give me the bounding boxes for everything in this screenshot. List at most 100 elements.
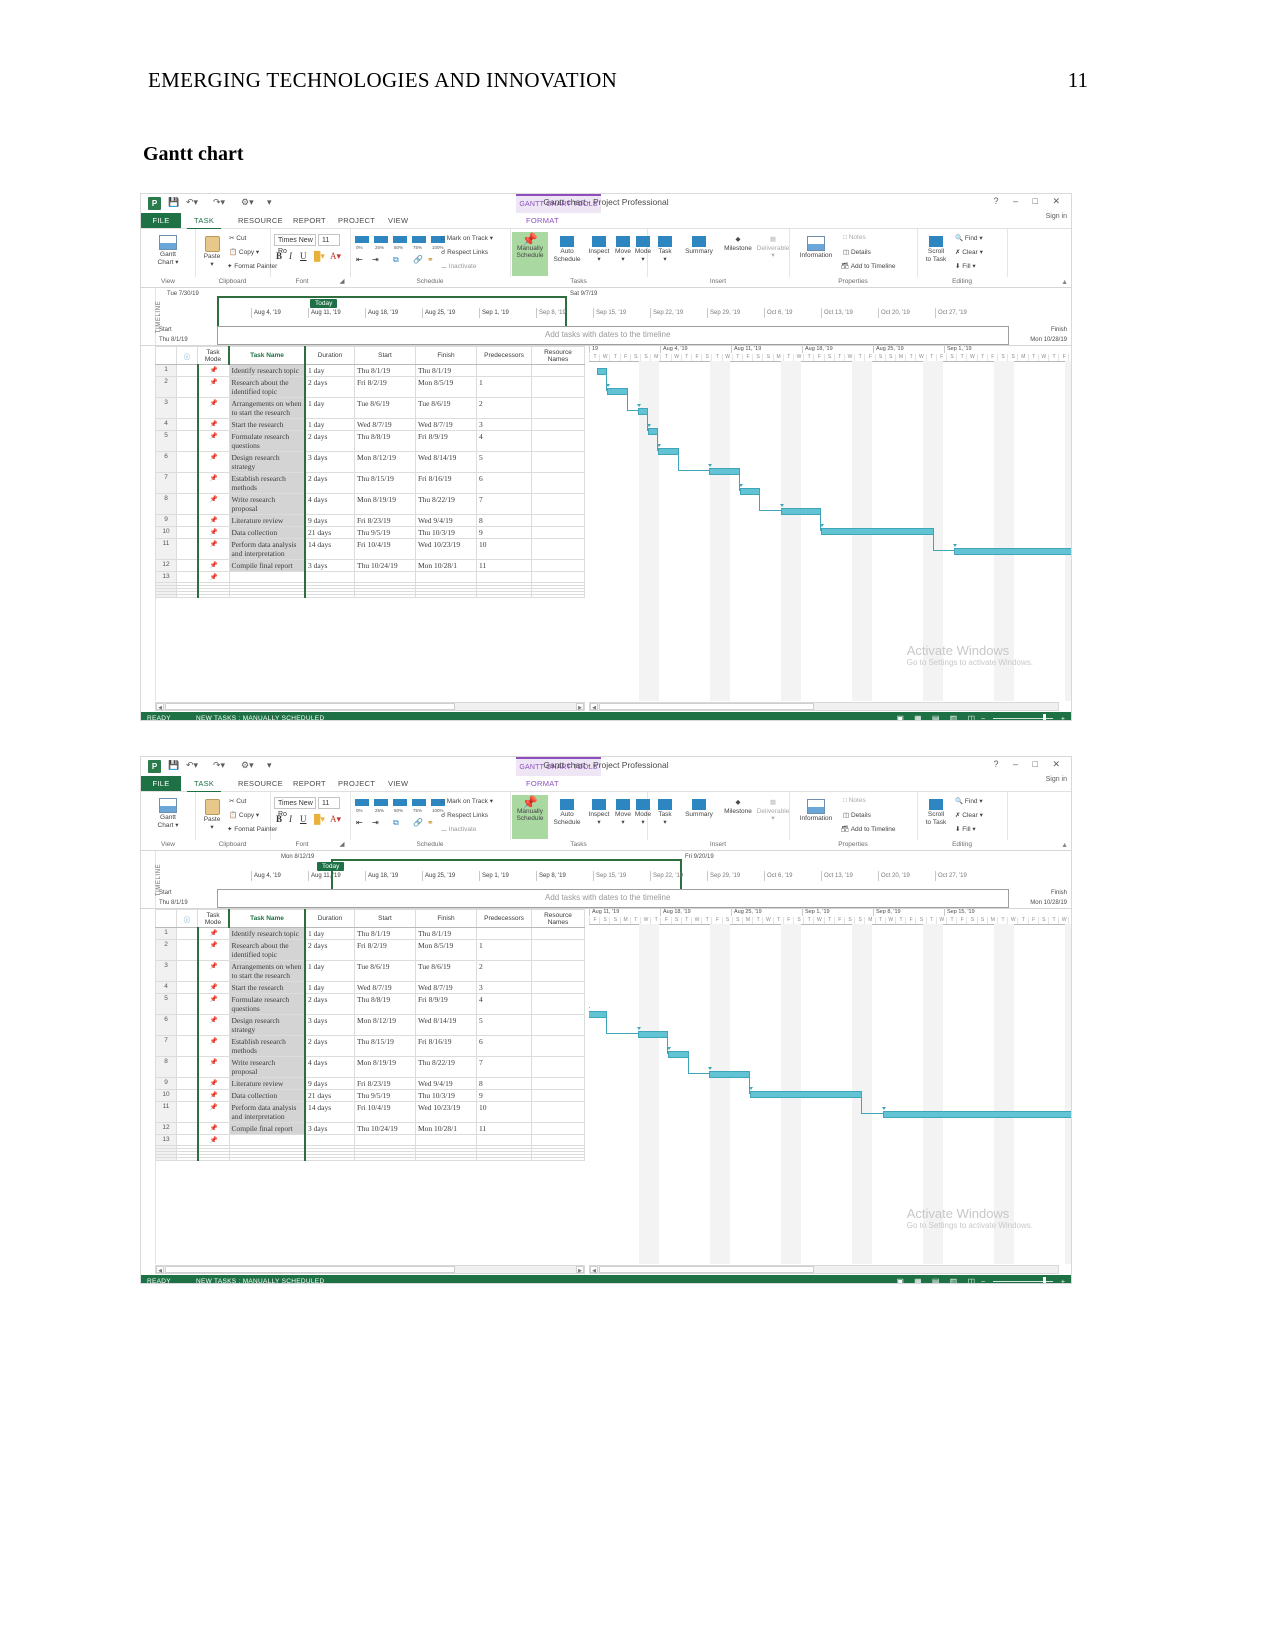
- row-task-mode[interactable]: 📌: [196, 526, 230, 539]
- row-duration[interactable]: 1 day: [304, 981, 355, 994]
- chart-scroll-left-arrow-icon[interactable]: ◀: [590, 703, 598, 711]
- row-task-name[interactable]: Compile final report: [228, 1122, 306, 1135]
- row-finish[interactable]: Wed 9/4/19: [415, 514, 477, 527]
- col-header-task-mode[interactable]: Task Mode: [197, 346, 230, 365]
- row-task-mode[interactable]: 📌: [196, 1056, 230, 1078]
- row-task-name[interactable]: Establish research methods: [228, 472, 306, 494]
- row-start[interactable]: Tue 8/6/19: [354, 960, 416, 982]
- row-start[interactable]: Thu 8/1/19: [354, 927, 416, 940]
- font-color-icon[interactable]: A▾: [330, 251, 341, 262]
- row-task-mode[interactable]: 📌: [196, 571, 230, 583]
- row-predecessors[interactable]: 2: [476, 960, 532, 982]
- tab-format[interactable]: FORMAT: [519, 776, 566, 791]
- row-predecessors[interactable]: 10: [476, 538, 532, 560]
- col-header-predecessors[interactable]: Predecessors: [476, 909, 532, 928]
- manually-schedule-button[interactable]: 📌 Manually Schedule: [512, 232, 548, 276]
- chart-scrollbar-thumb[interactable]: [599, 703, 814, 710]
- row-resource-names[interactable]: [531, 927, 585, 940]
- col-header-finish[interactable]: Finish: [415, 346, 477, 365]
- grid-scrollbar-thumb[interactable]: [165, 703, 455, 710]
- row-resource-names[interactable]: [531, 526, 585, 539]
- row-duration[interactable]: 14 days: [304, 538, 355, 560]
- row-finish[interactable]: [415, 1157, 477, 1161]
- gantt-bar[interactable]: [750, 1091, 863, 1098]
- chart-horizontal-scrollbar[interactable]: ◀: [589, 702, 1059, 711]
- row-task-mode[interactable]: 📌: [196, 1035, 230, 1057]
- row-resource-names[interactable]: [531, 571, 585, 583]
- row-task-name[interactable]: Arrangements on when to start the resear…: [228, 397, 306, 419]
- row-resource-names[interactable]: [531, 376, 585, 398]
- scroll-to-task-button[interactable]: Scroll to Task: [921, 797, 951, 826]
- font-name-input[interactable]: Times New Ro: [274, 234, 316, 255]
- gantt-chart-pane[interactable]: 19 Aug 4, '19 Aug 11, '19 Aug 18, '19 Aug 25…: [589, 346, 1071, 701]
- row-duration[interactable]: 9 days: [304, 1077, 355, 1090]
- row-start[interactable]: Thu 8/1/19: [354, 364, 416, 377]
- notes-button[interactable]: □ Notes: [843, 234, 866, 241]
- underline-button[interactable]: U: [300, 251, 307, 261]
- row-predecessors[interactable]: 7: [476, 1056, 532, 1078]
- manually-schedule-button[interactable]: 📌 Manually Schedule: [512, 795, 548, 839]
- collapse-ribbon-icon[interactable]: ▲: [1061, 842, 1068, 849]
- row-finish[interactable]: Wed 8/14/19: [415, 1014, 477, 1036]
- col-header-finish[interactable]: Finish: [415, 909, 477, 928]
- deliverable-button[interactable]: ▦ Deliverable ▾: [755, 234, 791, 260]
- gantt-bar[interactable]: [709, 468, 740, 475]
- row-finish[interactable]: Thu 10/3/19: [415, 526, 477, 539]
- row-task-mode[interactable]: 📌: [196, 451, 230, 473]
- row-task-mode[interactable]: 📌: [196, 538, 230, 560]
- col-header-start[interactable]: Start: [354, 346, 416, 365]
- zoom-out-icon[interactable]: −: [981, 1276, 985, 1283]
- row-task-name[interactable]: [228, 1134, 306, 1146]
- row-predecessors[interactable]: 11: [476, 559, 532, 572]
- row-finish[interactable]: Wed 10/23/19: [415, 1101, 477, 1123]
- row-start[interactable]: Thu 8/15/19: [354, 1035, 416, 1057]
- table-row[interactable]: 13 📌: [155, 571, 585, 583]
- row-predecessors[interactable]: 11: [476, 1122, 532, 1135]
- status-new-tasks-mode[interactable]: NEW TASKS : MANUALLY SCHEDULED: [196, 1275, 324, 1283]
- row-start[interactable]: Thu 8/8/19: [354, 993, 416, 1015]
- row-resource-names[interactable]: [531, 1077, 585, 1090]
- table-row[interactable]: 5 📌 Formulate research questions 2 days …: [155, 993, 585, 1015]
- table-row[interactable]: [155, 1157, 585, 1161]
- row-start[interactable]: Mon 8/12/19: [354, 451, 416, 473]
- table-row[interactable]: 2 📌 Research about the identified topic …: [155, 376, 585, 398]
- tab-task[interactable]: TASK: [187, 213, 222, 230]
- font-size-input[interactable]: 11: [318, 797, 340, 809]
- row-resource-names[interactable]: [531, 1089, 585, 1102]
- info-icon[interactable]: ⓘ: [176, 909, 198, 928]
- row-predecessors[interactable]: [476, 571, 532, 583]
- font-name-input[interactable]: Times New Ro: [274, 797, 316, 818]
- zoom-slider[interactable]: − +: [981, 714, 1065, 720]
- table-row[interactable]: 1 📌 Identify research topic 1 day Thu 8/…: [155, 364, 585, 377]
- row-finish[interactable]: [415, 1134, 477, 1146]
- row-predecessors[interactable]: 6: [476, 1035, 532, 1057]
- row-start[interactable]: Mon 8/19/19: [354, 1056, 416, 1078]
- tab-resource[interactable]: RESOURCE: [231, 213, 290, 228]
- row-task-mode[interactable]: 📌: [196, 1134, 230, 1146]
- row-duration[interactable]: [304, 571, 355, 583]
- inactivate-button[interactable]: ⚊ Inactivate: [441, 262, 476, 270]
- row-duration[interactable]: 21 days: [304, 1089, 355, 1102]
- row-duration[interactable]: 3 days: [304, 559, 355, 572]
- row-finish[interactable]: Mon 8/5/19: [415, 939, 477, 961]
- view-shortcut-buttons[interactable]: ▣ ▦ ▤ ▥ ◫: [896, 712, 979, 720]
- row-start[interactable]: Fri 8/23/19: [354, 514, 416, 527]
- summary-button[interactable]: Summary: [679, 797, 719, 819]
- row-start[interactable]: Thu 9/5/19: [354, 526, 416, 539]
- row-task-mode[interactable]: 📌: [196, 430, 230, 452]
- table-row[interactable]: 9 📌 Literature review 9 days Fri 8/23/19…: [155, 514, 585, 527]
- scroll-left-arrow-icon[interactable]: ◀: [156, 1266, 164, 1274]
- row-duration[interactable]: 1 day: [304, 364, 355, 377]
- zoom-knob[interactable]: [1043, 1277, 1046, 1283]
- row-start[interactable]: Thu 9/5/19: [354, 1089, 416, 1102]
- row-predecessors[interactable]: 1: [476, 376, 532, 398]
- font-dialog-launcher[interactable]: ◢: [334, 840, 350, 850]
- row-task-mode[interactable]: [196, 1157, 230, 1161]
- col-header-duration[interactable]: Duration: [304, 909, 355, 928]
- row-duration[interactable]: [304, 594, 355, 598]
- indent-icon[interactable]: ⇥: [372, 818, 379, 827]
- table-row[interactable]: 5 📌 Formulate research questions 2 days …: [155, 430, 585, 452]
- grid-horizontal-scrollbar[interactable]: ◀ ▶: [155, 702, 585, 711]
- inspect-button[interactable]: Inspect ▾: [586, 234, 612, 263]
- row-start[interactable]: [354, 1134, 416, 1146]
